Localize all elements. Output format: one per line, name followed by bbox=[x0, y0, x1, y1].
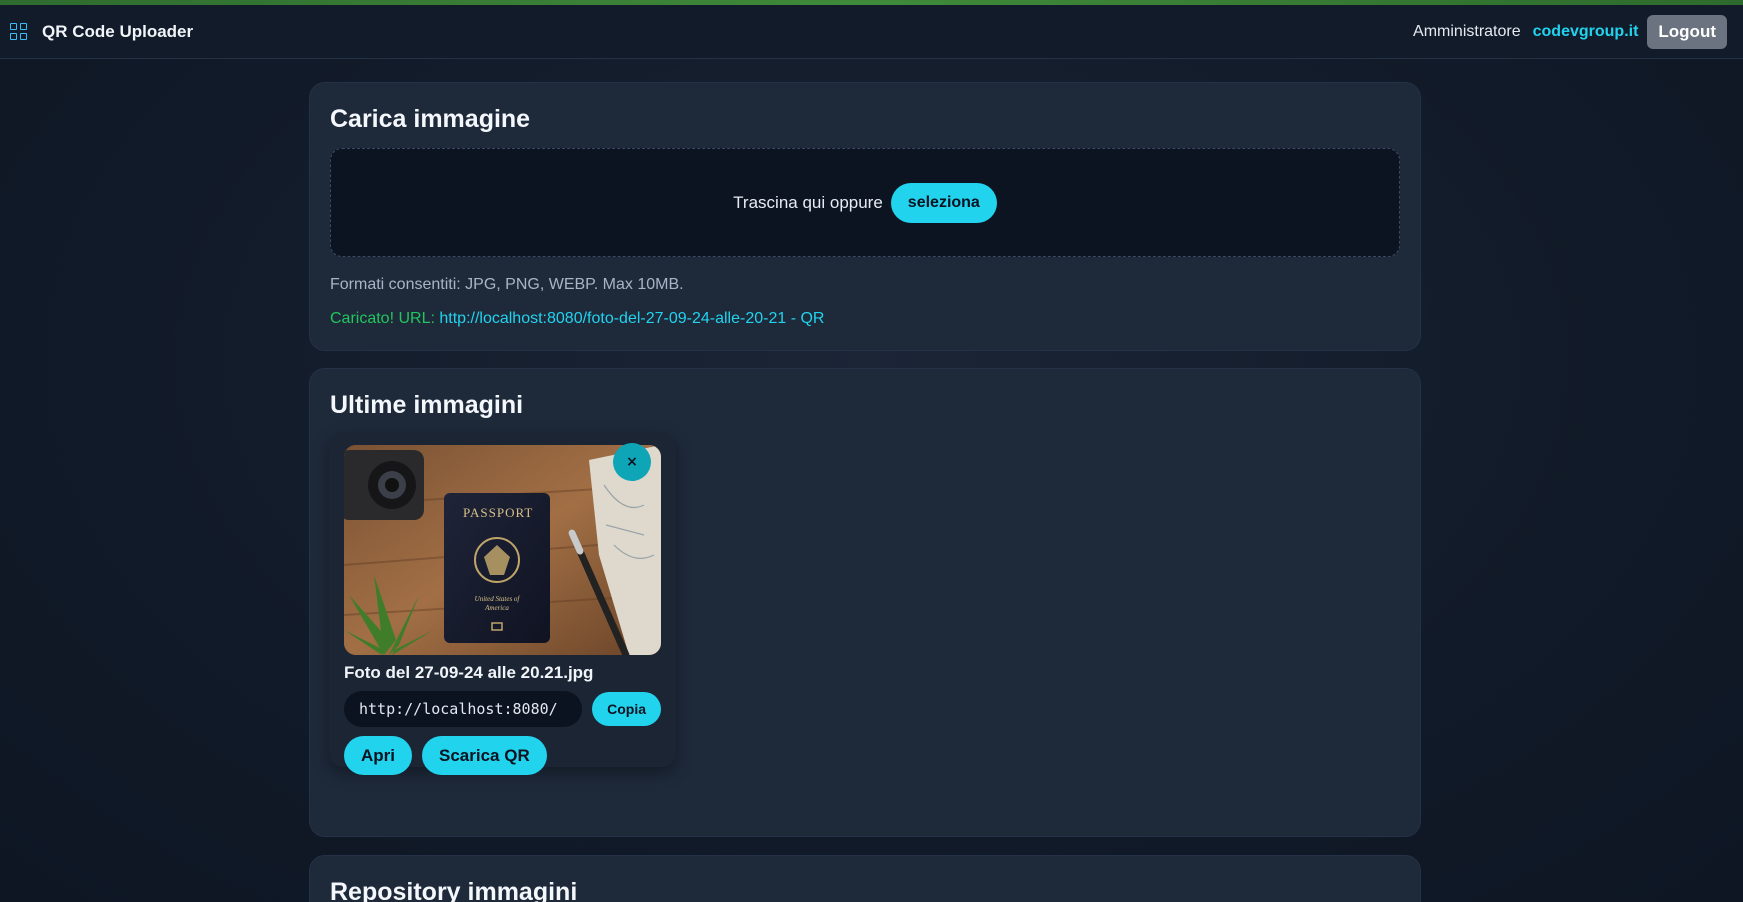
grid-icon bbox=[10, 22, 28, 41]
org-link[interactable]: codevgroup.it bbox=[1533, 23, 1639, 41]
image-thumbnail[interactable]: PASSPORT United States of America bbox=[344, 445, 661, 655]
uploaded-url-link[interactable]: http://localhost:8080/foto-del-27-09-24-… bbox=[439, 310, 824, 327]
repository-title: Repository immagini bbox=[330, 878, 578, 902]
user-area: Amministratore codevgroup.it Logout bbox=[1413, 14, 1727, 49]
logout-button[interactable]: Logout bbox=[1647, 14, 1727, 49]
dropzone-text: Trascina qui oppure bbox=[733, 192, 883, 212]
navbar: QR Code Uploader Amministratore codevgro… bbox=[0, 5, 1743, 59]
allowed-formats-text: Formati consentiti: JPG, PNG, WEBP. Max … bbox=[330, 276, 684, 293]
recent-images-title: Ultime immagini bbox=[330, 391, 524, 419]
download-qr-button[interactable]: Scarica QR bbox=[422, 736, 547, 775]
image-card: PASSPORT United States of America × Foto… bbox=[329, 433, 676, 775]
copy-url-button[interactable]: Copia bbox=[592, 692, 661, 726]
upload-success-message: Caricato! URL: http://localhost:8080/fot… bbox=[330, 310, 1400, 328]
repository-card: Repository immagini bbox=[309, 855, 1421, 902]
select-file-button[interactable]: seleziona bbox=[890, 182, 997, 223]
app-title: QR Code Uploader bbox=[42, 21, 194, 41]
image-actions: Apri Scarica QR bbox=[344, 736, 661, 775]
delete-image-button[interactable]: × bbox=[613, 443, 651, 481]
image-url-field[interactable] bbox=[344, 691, 583, 727]
image-file-name: Foto del 27-09-24 alle 20.21.jpg bbox=[344, 663, 594, 682]
brand[interactable]: QR Code Uploader bbox=[10, 22, 193, 42]
user-name: Amministratore bbox=[1413, 22, 1521, 40]
upload-card: Carica immagine Trascina qui oppure sele… bbox=[309, 82, 1421, 351]
recent-images-card: Ultime immagini PASSPORT United States o… bbox=[309, 368, 1421, 837]
upload-title: Carica immagine bbox=[330, 105, 531, 133]
image-url-row: Copia bbox=[344, 691, 661, 727]
dropzone[interactable]: Trascina qui oppure seleziona bbox=[330, 148, 1400, 257]
success-label: Caricato! URL: bbox=[330, 310, 435, 327]
passport-subtitle-text: United States of America bbox=[474, 595, 520, 612]
passport-title-text: PASSPORT bbox=[463, 505, 534, 520]
open-image-button[interactable]: Apri bbox=[344, 736, 412, 775]
